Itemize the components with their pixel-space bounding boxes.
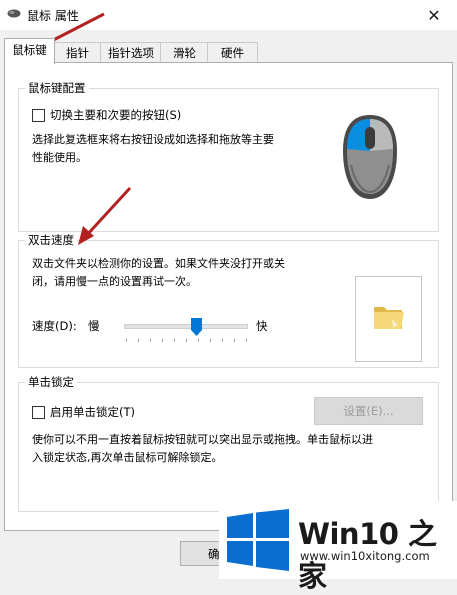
speed-tick	[174, 339, 175, 342]
click-lock-label[interactable]: 启用单击锁定(T)	[50, 404, 135, 420]
speed-tick	[126, 339, 127, 342]
speed-slider-thumb[interactable]	[190, 318, 202, 336]
fast-label: 快	[256, 319, 268, 333]
watermark-url: www.win10xitong.com	[300, 549, 430, 563]
double-click-title: 双击速度	[25, 232, 77, 248]
speed-tick	[150, 339, 151, 342]
slow-label: 慢	[88, 319, 100, 333]
double-click-desc-line1: 双击文件夹以检测你的设置。如果文件夹没打开或关	[32, 257, 285, 270]
speed-tick	[246, 339, 247, 342]
click-lock-settings-button[interactable]: 设置(E)...	[314, 397, 423, 425]
speed-tick	[210, 339, 211, 342]
speed-tick	[186, 339, 187, 342]
tab-hardware[interactable]: 硬件	[207, 42, 258, 63]
speed-tick	[234, 339, 235, 342]
mouse-illustration	[343, 115, 397, 199]
folder-icon[interactable]	[372, 301, 406, 333]
button-config-description: 选择此复选框来将右按钮设成如选择和拖放等主要 性能使用。	[32, 131, 274, 167]
speed-slider-track[interactable]	[124, 324, 248, 329]
click-lock-desc-line1: 使你可以不用一直按着鼠标按钮就可以突出显示或拖拽。单击鼠标以进	[32, 433, 373, 446]
test-area[interactable]	[355, 276, 422, 362]
speed-tick	[222, 339, 223, 342]
title-bar: 鼠标 属性 ✕	[0, 0, 457, 30]
click-lock-description: 使你可以不用一直按着鼠标按钮就可以突出显示或拖拽。单击鼠标以进 入锁定状态,再次…	[32, 431, 373, 467]
mouse-icon	[7, 9, 21, 18]
double-click-desc-line2: 闭，请用慢一点的设置再试一次。	[32, 275, 197, 288]
speed-slider-ticks	[126, 339, 247, 343]
speed-tick	[198, 339, 199, 342]
button-config-desc-line2: 性能使用。	[32, 151, 87, 164]
tab-wheel[interactable]: 滑轮	[160, 42, 209, 63]
watermark: Win10 之家 www.win10xitong.com	[219, 501, 457, 593]
click-lock-checkbox[interactable]: 启用单击锁定(T)	[32, 404, 135, 420]
tab-pointer-options[interactable]: 指针选项	[100, 42, 162, 63]
tab-buttons[interactable]: 鼠标键	[4, 38, 55, 64]
click-lock-desc-line2: 入锁定状态,再次单击鼠标可解除锁定。	[32, 451, 223, 464]
window-title: 鼠标 属性	[27, 9, 79, 23]
button-config-desc-line1: 选择此复选框来将右按钮设成如选择和拖放等主要	[32, 133, 274, 146]
tab-pointers[interactable]: 指针	[53, 42, 102, 63]
speed-tick	[138, 339, 139, 342]
speed-label: 速度(D):	[32, 319, 77, 333]
switch-buttons-box[interactable]	[32, 108, 45, 122]
speed-tick	[162, 339, 163, 342]
button-config-title: 鼠标键配置	[25, 80, 89, 96]
close-icon: ✕	[427, 5, 441, 25]
double-click-description: 双击文件夹以检测你的设置。如果文件夹没打开或关 闭，请用慢一点的设置再试一次。	[32, 255, 285, 291]
click-lock-box[interactable]	[32, 405, 45, 419]
close-button[interactable]: ✕	[411, 0, 457, 30]
switch-buttons-label[interactable]: 切换主要和次要的按钮(S)	[50, 107, 181, 123]
switch-buttons-checkbox[interactable]: 切换主要和次要的按钮(S)	[32, 107, 181, 123]
click-lock-title: 单击锁定	[25, 374, 77, 390]
windows-logo-icon	[227, 509, 289, 571]
